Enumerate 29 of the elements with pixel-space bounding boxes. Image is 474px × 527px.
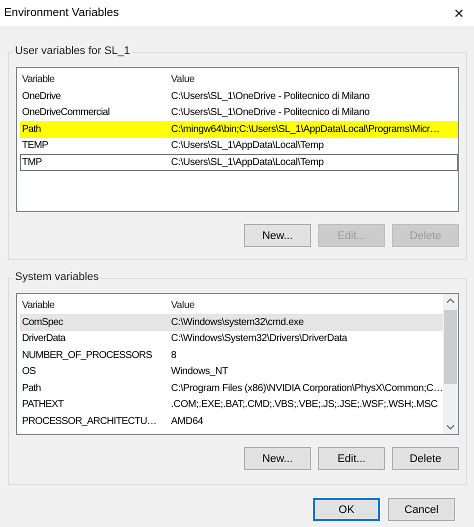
- variable-row[interactable]: Path C:\Program Files (x86)\NVIDIA Corporation\PhysX\Common;C…: [20, 380, 443, 396]
- ok-button[interactable]: OK: [313, 498, 380, 521]
- variable-row[interactable]: OneDrive C:\Users\SL_1\OneDrive - Politecnico di Milano: [20, 88, 458, 104]
- variable-row[interactable]: OS Windows_NT: [20, 364, 443, 380]
- close-button[interactable]: ✕: [444, 1, 474, 25]
- group-label: User variables for SL_1: [13, 45, 132, 57]
- column-header[interactable]: Value: [169, 300, 195, 310]
- variable-row[interactable]: PROCESSOR_ARCHITECTU… AMD64: [20, 413, 443, 430]
- scroll-down-icon[interactable]: [446, 424, 455, 430]
- variable-row[interactable]: TMP C:\Users\SL_1\AppData\Local\Temp: [20, 154, 458, 170]
- edit-button[interactable]: Edit...: [318, 447, 385, 470]
- group-label: System variables: [13, 271, 101, 283]
- scroll-up-icon[interactable]: [446, 298, 455, 304]
- variable-row[interactable]: TEMP C:\Users\SL_1\AppData\Local\Temp: [20, 138, 458, 154]
- column-header[interactable]: Variable: [20, 74, 169, 84]
- variable-row[interactable]: PATHEXT .COM;.EXE;.BAT;.CMD;.VBS;.VBE;.JS;.JSE;.WSF;.WSH;.MSC: [20, 396, 443, 413]
- variable-row[interactable]: ComSpec C:\Windows\system32\cmd.exe: [20, 314, 443, 330]
- scrollbar[interactable]: [443, 294, 458, 434]
- variable-row[interactable]: Path C:\mingw64\bin;C:\Users\SL_1\AppData\Local\Programs\Micr…: [20, 121, 458, 138]
- cancel-button[interactable]: Cancel: [388, 498, 455, 521]
- column-header[interactable]: Variable: [20, 300, 169, 310]
- column-header[interactable]: Value: [169, 74, 195, 84]
- variable-row[interactable]: DriverData C:\Windows\System32\Drivers\DriverData: [20, 330, 443, 347]
- new-button[interactable]: New...: [244, 447, 311, 470]
- window-title: Environment Variables: [4, 7, 119, 19]
- variable-row[interactable]: NUMBER_OF_PROCESSORS 8: [20, 347, 443, 364]
- new-button[interactable]: New...: [244, 224, 311, 247]
- variable-row[interactable]: OneDriveCommercial C:\Users\SL_1\OneDrive - Politecnico di Milano: [20, 104, 458, 121]
- delete-button[interactable]: Delete: [392, 447, 459, 470]
